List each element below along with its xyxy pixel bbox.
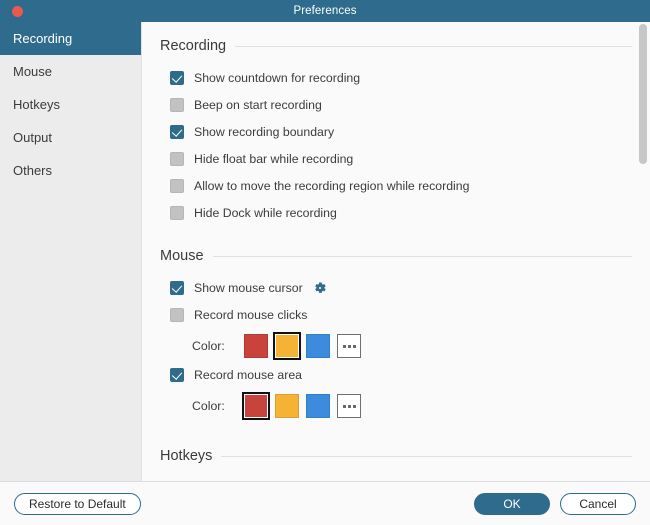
color-swatch-more-button[interactable]	[337, 394, 361, 418]
section-divider	[212, 255, 632, 257]
checkbox-record-mouse-area[interactable]	[170, 367, 184, 382]
checkbox-show-mouse-cursor[interactable]	[170, 280, 184, 295]
sidebar-item-label: Hotkeys	[13, 97, 60, 112]
option-label: Record mouse clicks	[194, 307, 308, 322]
settings-scrollbar-thumb[interactable]	[639, 24, 647, 164]
section-divider	[235, 45, 632, 47]
section-divider	[221, 455, 632, 457]
color-label: Color:	[192, 339, 225, 353]
color-swatch-red[interactable]	[244, 334, 268, 358]
settings-scrollbar[interactable]	[638, 24, 648, 479]
gear-icon[interactable]	[313, 281, 327, 295]
section-header-mouse: Mouse	[160, 226, 632, 264]
recording-options: Show countdown for recording Beep on sta…	[160, 64, 632, 226]
sidebar-item-label: Recording	[13, 31, 73, 46]
option-record-mouse-area[interactable]: Record mouse area	[160, 361, 632, 388]
section-title: Mouse	[160, 248, 204, 264]
mouse-clicks-swatches	[244, 332, 361, 360]
option-label: Record mouse area	[194, 367, 302, 382]
section-header-hotkeys: Hotkeys	[160, 421, 632, 464]
sidebar-item-others[interactable]: Others	[0, 154, 141, 187]
mouse-options: Show mouse cursor Record mouse clicks Co…	[160, 274, 632, 421]
mouse-area-color-row: Color:	[160, 391, 632, 421]
color-swatch-yellow[interactable]	[273, 332, 301, 360]
checkbox-show-recording-boundary[interactable]	[170, 124, 184, 139]
title-bar: Preferences	[0, 0, 650, 22]
checkbox-allow-move-region[interactable]	[170, 178, 184, 193]
settings-panel: Recording Show countdown for recording B…	[141, 22, 650, 481]
sidebar: Recording Mouse Hotkeys Output Others	[0, 22, 141, 481]
window-title: Preferences	[293, 5, 357, 17]
settings-scroll-content: Recording Show countdown for recording B…	[142, 22, 650, 481]
checkbox-hide-dock[interactable]	[170, 205, 184, 220]
option-beep-on-start[interactable]: Beep on start recording	[160, 91, 632, 118]
option-label: Show mouse cursor	[194, 280, 303, 295]
option-label: Hide Dock while recording	[194, 205, 337, 220]
section-title: Recording	[160, 38, 227, 54]
option-label: Hide float bar while recording	[194, 151, 354, 166]
mouse-clicks-color-row: Color:	[160, 331, 632, 361]
dialog-footer: Restore to Default OK Cancel	[0, 481, 650, 525]
sidebar-item-recording[interactable]: Recording	[0, 22, 141, 55]
checkbox-show-countdown[interactable]	[170, 70, 184, 85]
close-icon[interactable]	[12, 6, 23, 17]
color-swatch-blue[interactable]	[306, 394, 330, 418]
section-title: Hotkeys	[160, 448, 213, 464]
option-label: Allow to move the recording region while…	[194, 178, 470, 193]
footer-actions: OK Cancel	[474, 492, 636, 515]
option-show-recording-boundary[interactable]: Show recording boundary	[160, 118, 632, 145]
option-label: Beep on start recording	[194, 97, 322, 112]
checkbox-beep-on-start[interactable]	[170, 97, 184, 112]
option-hide-dock[interactable]: Hide Dock while recording	[160, 199, 632, 226]
color-swatch-blue[interactable]	[306, 334, 330, 358]
sidebar-item-label: Mouse	[13, 64, 53, 79]
sidebar-item-output[interactable]: Output	[0, 121, 141, 154]
option-label: Show recording boundary	[194, 124, 335, 139]
color-swatch-more-button[interactable]	[337, 334, 361, 358]
checkbox-hide-float-bar[interactable]	[170, 151, 184, 166]
mouse-area-swatches	[242, 392, 361, 420]
option-allow-move-region[interactable]: Allow to move the recording region while…	[160, 172, 632, 199]
sidebar-item-mouse[interactable]: Mouse	[0, 55, 141, 88]
color-swatch-red[interactable]	[242, 392, 270, 420]
cancel-button[interactable]: Cancel	[560, 492, 636, 515]
checkbox-record-mouse-clicks[interactable]	[170, 307, 184, 322]
option-show-countdown[interactable]: Show countdown for recording	[160, 64, 632, 91]
sidebar-item-label: Others	[13, 163, 53, 178]
sidebar-item-label: Output	[13, 130, 53, 145]
preferences-window: Preferences Recording Mouse Hotkeys Outp…	[0, 0, 650, 525]
option-show-mouse-cursor[interactable]: Show mouse cursor	[160, 274, 632, 301]
color-swatch-yellow[interactable]	[275, 394, 299, 418]
option-record-mouse-clicks[interactable]: Record mouse clicks	[160, 301, 632, 328]
ok-button[interactable]: OK	[474, 492, 550, 515]
window-body: Recording Mouse Hotkeys Output Others Re…	[0, 22, 650, 481]
color-label: Color:	[192, 399, 225, 413]
option-label: Show countdown for recording	[194, 70, 361, 85]
option-hide-float-bar[interactable]: Hide float bar while recording	[160, 145, 632, 172]
sidebar-item-hotkeys[interactable]: Hotkeys	[0, 88, 141, 121]
restore-to-default-button[interactable]: Restore to Default	[14, 492, 141, 515]
section-header-recording: Recording	[160, 22, 632, 54]
